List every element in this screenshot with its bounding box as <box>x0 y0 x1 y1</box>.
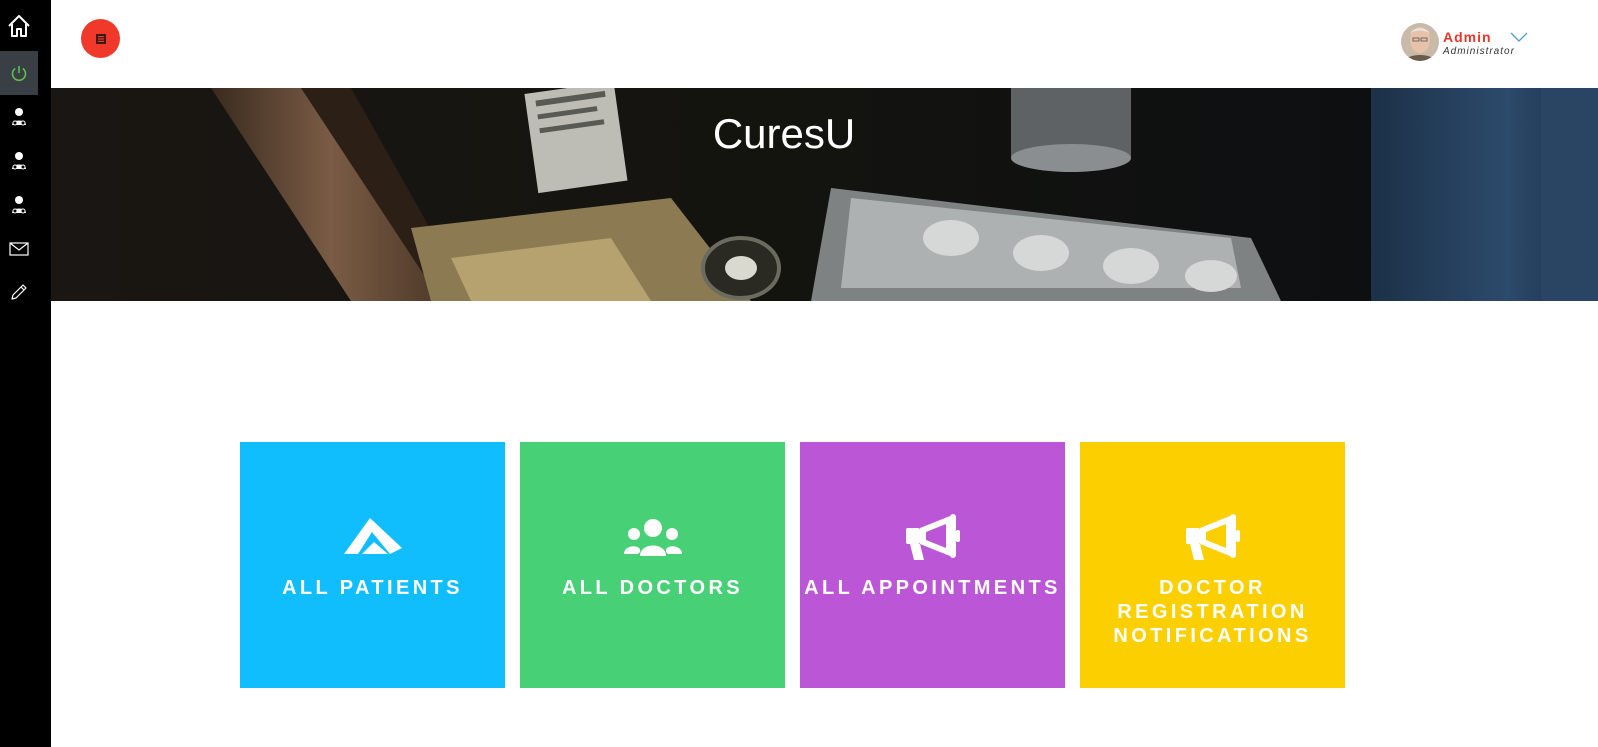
sidebar-item-edit[interactable] <box>0 270 38 314</box>
tile-all-appointments[interactable]: ALL APPOINTMENTS <box>800 442 1065 688</box>
tile-label: ALL PATIENTS <box>282 577 463 599</box>
sidebar-item-doctor-3[interactable] <box>0 183 38 227</box>
megaphone-icon <box>905 514 960 560</box>
tile-doctor-registration-notifications[interactable]: DOCTOR REGISTRATION NOTIFICATIONS <box>1080 442 1345 688</box>
sidebar-item-mail[interactable] <box>0 227 38 271</box>
sidebar-item-home[interactable] <box>0 4 38 48</box>
top-bar: Admin Administrator <box>51 0 1598 88</box>
menu-icon <box>95 33 106 44</box>
tile-all-doctors[interactable]: ALL DOCTORS <box>520 442 785 688</box>
doctor-icon <box>12 152 26 170</box>
tile-label: DOCTOR REGISTRATION NOTIFICATIONS <box>1113 577 1312 647</box>
power-icon <box>11 66 27 82</box>
sidebar-item-doctor-1[interactable] <box>0 95 38 139</box>
patients-icon <box>343 518 402 554</box>
tile-all-patients[interactable]: ALL PATIENTS <box>240 442 505 688</box>
doctor-icon <box>12 196 26 214</box>
megaphone-icon <box>1185 514 1240 560</box>
user-role: Administrator <box>1443 46 1515 57</box>
user-name: Admin <box>1443 29 1492 45</box>
sidebar-item-doctor-2[interactable] <box>0 139 38 183</box>
doctor-icon <box>12 108 26 126</box>
menu-button[interactable] <box>81 19 120 58</box>
pencil-icon <box>11 284 27 300</box>
avatar <box>1401 23 1439 61</box>
user-menu[interactable]: Admin Administrator <box>1401 22 1591 62</box>
users-icon <box>623 519 682 556</box>
page-title: CuresU <box>712 110 856 157</box>
home-icon <box>8 15 30 37</box>
sidebar-item-power[interactable] <box>0 51 38 95</box>
tile-label: ALL DOCTORS <box>561 577 744 599</box>
hero-banner: CuresU <box>51 88 1598 301</box>
tile-label: ALL APPOINTMENTS <box>804 577 1061 599</box>
sidebar <box>0 0 51 747</box>
chevron-down-icon[interactable] <box>1510 31 1528 43</box>
mail-icon <box>9 242 29 256</box>
